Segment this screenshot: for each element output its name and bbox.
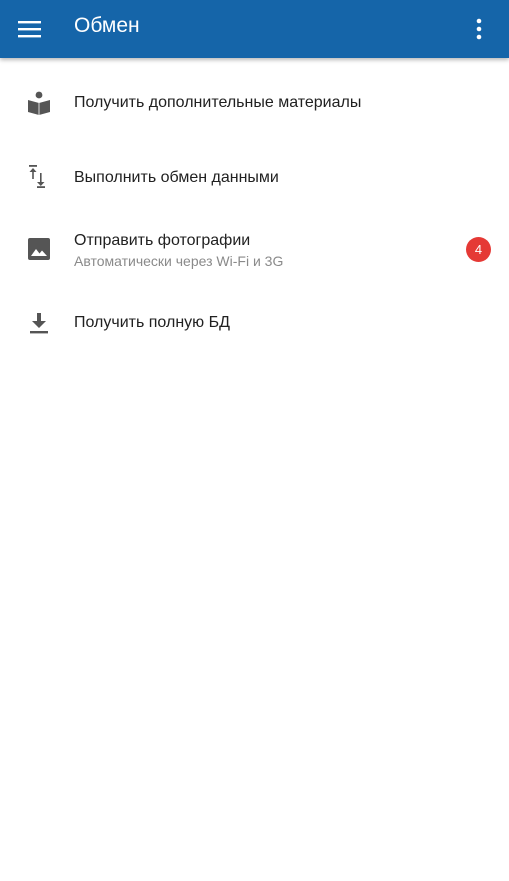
menu-item-label: Получить дополнительные материалы bbox=[74, 94, 362, 111]
book-reader-icon bbox=[27, 91, 51, 115]
photo-count-badge: 4 bbox=[466, 237, 491, 262]
more-options-button[interactable] bbox=[459, 9, 499, 49]
image-icon bbox=[27, 237, 51, 261]
page-title: Обмен bbox=[74, 14, 140, 37]
menu-item-send-photos[interactable]: Отправить фотографии Автоматически через… bbox=[0, 206, 509, 280]
menu-item-get-full-db[interactable]: Получить полную БД bbox=[0, 280, 509, 354]
menu-item-label: Отправить фотографии bbox=[74, 232, 251, 249]
app-bar: Обмен bbox=[0, 0, 509, 58]
more-vert-icon bbox=[476, 18, 482, 40]
menu-item-label: Выполнить обмен данными bbox=[74, 169, 279, 186]
menu-icon bbox=[18, 21, 41, 38]
menu-item-get-materials[interactable]: Получить дополнительные материалы bbox=[0, 58, 509, 132]
menu-button[interactable] bbox=[10, 9, 50, 49]
menu-item-sublabel: Автоматически через Wi-Fi и 3G bbox=[74, 253, 284, 269]
menu-item-exchange-data[interactable]: Выполнить обмен данными bbox=[0, 132, 509, 206]
swap-vertical-icon bbox=[27, 164, 51, 188]
exchange-menu-list: Получить дополнительные материалы Выполн… bbox=[0, 58, 509, 354]
download-icon bbox=[27, 311, 51, 335]
menu-item-label: Получить полную БД bbox=[74, 314, 230, 331]
